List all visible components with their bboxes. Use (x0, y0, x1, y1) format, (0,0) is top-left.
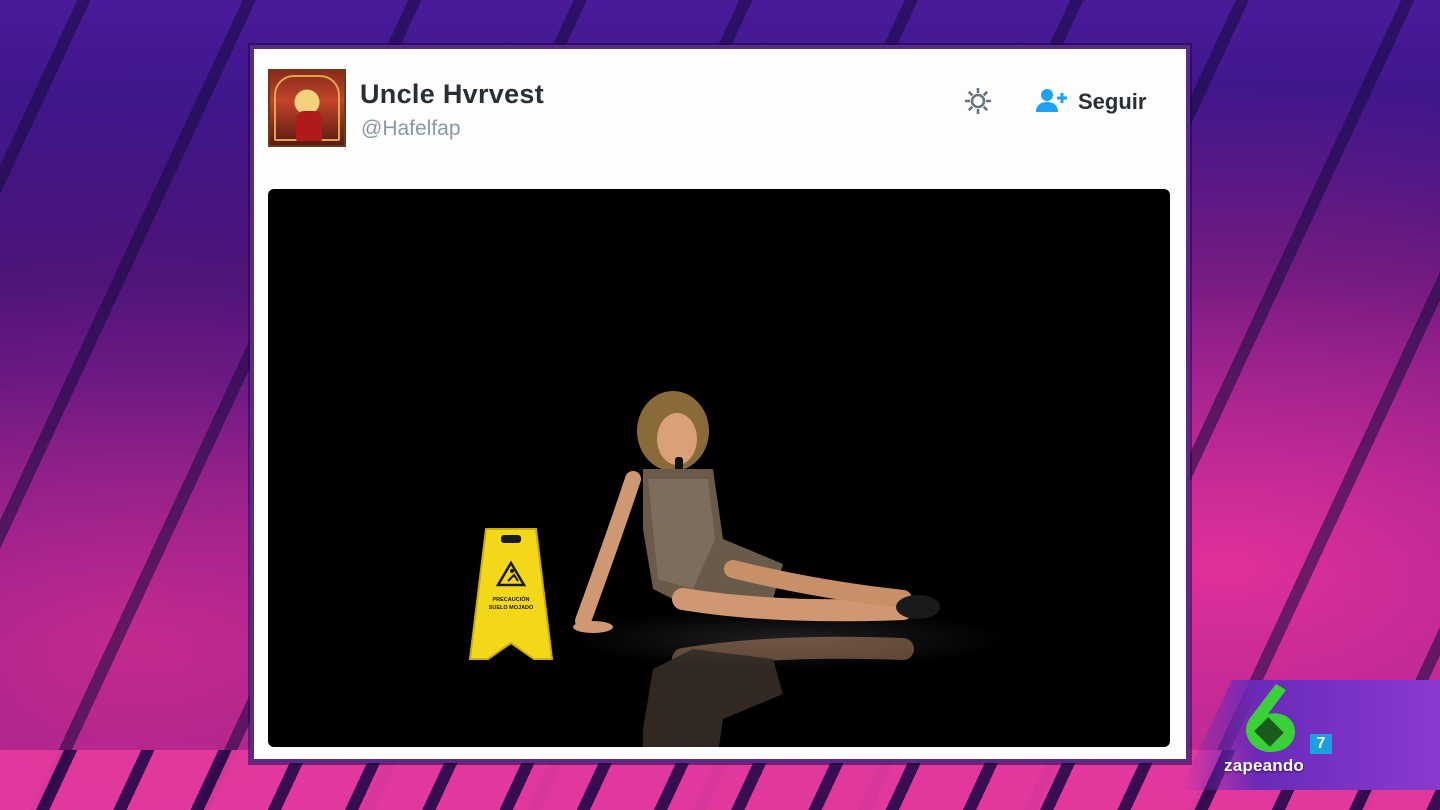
user-name[interactable]: Uncle Hvrvest (360, 79, 544, 110)
wet-floor-sign: PRECAUCIÓN SUELO MOJADO (468, 528, 554, 660)
gear-icon[interactable] (962, 85, 994, 117)
channel-name: zapeando (1224, 756, 1305, 775)
avatar-figure (296, 111, 322, 141)
avatar[interactable] (268, 69, 346, 147)
add-user-icon (1036, 87, 1068, 118)
follow-button[interactable]: Seguir (1036, 85, 1146, 119)
svg-text:SUELO MOJADO: SUELO MOJADO (489, 605, 534, 611)
svg-text:PRECAUCIÓN: PRECAUCIÓN (493, 595, 530, 603)
follow-label: Seguir (1078, 89, 1147, 114)
channel-badge: 7 (1310, 734, 1332, 754)
tweet-card: Uncle Hvrvest @Hafelfap Seguir PRECAUCIÓ… (250, 45, 1190, 763)
channel-logo-six (1246, 684, 1295, 752)
user-handle[interactable]: @Hafelfap (361, 117, 461, 141)
singer-figure (573, 391, 940, 747)
tweet-media[interactable]: PRECAUCIÓN SUELO MOJADO (268, 189, 1170, 747)
